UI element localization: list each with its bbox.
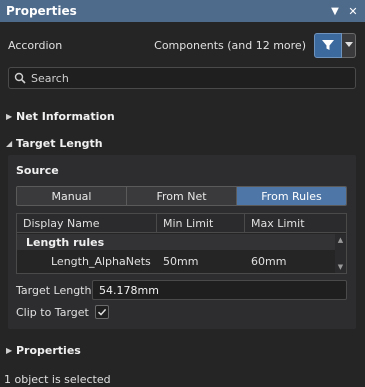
grid-scrollbar[interactable]: ▲ ▼ <box>335 234 346 273</box>
search-icon <box>9 68 31 88</box>
clip-to-target-checkbox[interactable] <box>94 305 109 319</box>
cell-min-limit: 50mm <box>163 254 199 268</box>
group-row[interactable]: Length rules <box>17 234 335 250</box>
section-net-information[interactable]: ▶ Net Information <box>6 107 115 125</box>
chevron-down-icon: ◢ <box>6 138 13 148</box>
section-label: Net Information <box>16 109 115 123</box>
table-row[interactable]: Length_AlphaNets 50mm 60mm <box>17 251 335 271</box>
status-text: 1 object is selected <box>4 373 111 386</box>
components-filter-label: Components (and 12 more) <box>154 38 306 52</box>
cell-display-name: Length_AlphaNets <box>51 254 151 268</box>
rules-grid: Display Name Min Limit Max Limit Length … <box>16 213 347 274</box>
source-label: Source <box>16 164 59 177</box>
close-icon[interactable]: ✕ <box>345 0 361 22</box>
toolbar: Accordion Components (and 12 more) <box>0 30 365 60</box>
search-placeholder: Search <box>31 71 69 85</box>
column-header-max-limit[interactable]: Max Limit <box>245 214 346 233</box>
cell-max-limit: 60mm <box>251 254 287 268</box>
chevron-right-icon: ▶ <box>6 345 13 355</box>
target-length-field[interactable]: 54.178mm <box>92 280 347 300</box>
section-label: Target Length <box>16 136 103 150</box>
filter-icon <box>322 40 334 50</box>
target-length-label: Target Length <box>16 283 92 297</box>
column-header-display-name[interactable]: Display Name <box>17 213 157 233</box>
grid-header: Display Name Min Limit Max Limit <box>17 213 346 233</box>
mode-label: Accordion <box>8 38 63 52</box>
target-length-panel: Source Manual From Net From Rules Displa… <box>8 155 356 329</box>
checkmark-icon <box>97 308 107 316</box>
source-option-from-net[interactable]: From Net <box>127 187 237 205</box>
chevron-down-icon <box>344 42 353 47</box>
source-option-manual[interactable]: Manual <box>17 187 127 205</box>
section-label: Properties <box>16 343 81 357</box>
clip-to-target-row: Clip to Target <box>16 304 109 320</box>
target-length-row: Target Length 54.178mm <box>16 280 347 300</box>
section-properties[interactable]: ▶ Properties <box>6 341 81 359</box>
scroll-down-icon[interactable]: ▼ <box>335 262 346 272</box>
source-option-from-rules[interactable]: From Rules <box>237 187 346 205</box>
search-input[interactable]: Search <box>8 67 356 89</box>
panel-title: Properties <box>6 4 77 18</box>
title-bar: Properties ▼ ✕ <box>0 0 365 22</box>
filter-button[interactable] <box>314 32 342 58</box>
clip-to-target-label: Clip to Target <box>16 305 89 319</box>
scroll-up-icon[interactable]: ▲ <box>335 235 346 245</box>
panel-menu-icon[interactable]: ▼ <box>327 0 343 22</box>
filter-dropdown-button[interactable] <box>342 32 356 58</box>
column-header-min-limit[interactable]: Min Limit <box>157 213 245 233</box>
source-selector: Manual From Net From Rules <box>16 186 347 206</box>
section-target-length[interactable]: ◢ Target Length <box>6 134 103 152</box>
chevron-right-icon: ▶ <box>6 111 13 121</box>
